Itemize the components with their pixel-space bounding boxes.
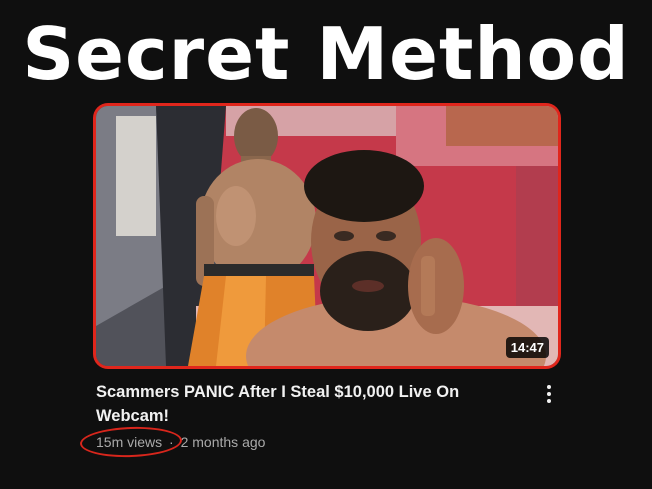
- menu-dot: [547, 385, 551, 389]
- thumbnail-image: [96, 106, 558, 366]
- upload-date: 2 months ago: [180, 434, 266, 450]
- video-metadata: 15m views · 2 months ago: [96, 432, 265, 452]
- video-thumbnail[interactable]: 14:47: [96, 106, 558, 366]
- view-count: 15m views: [96, 434, 163, 450]
- more-vert-icon[interactable]: [539, 382, 559, 406]
- menu-dot: [547, 392, 551, 396]
- video-title[interactable]: Scammers PANIC After I Steal $10,000 Liv…: [96, 380, 496, 428]
- headline: Secret Method: [22, 12, 630, 96]
- menu-dot: [547, 399, 551, 403]
- duration-badge: 14:47: [505, 337, 549, 358]
